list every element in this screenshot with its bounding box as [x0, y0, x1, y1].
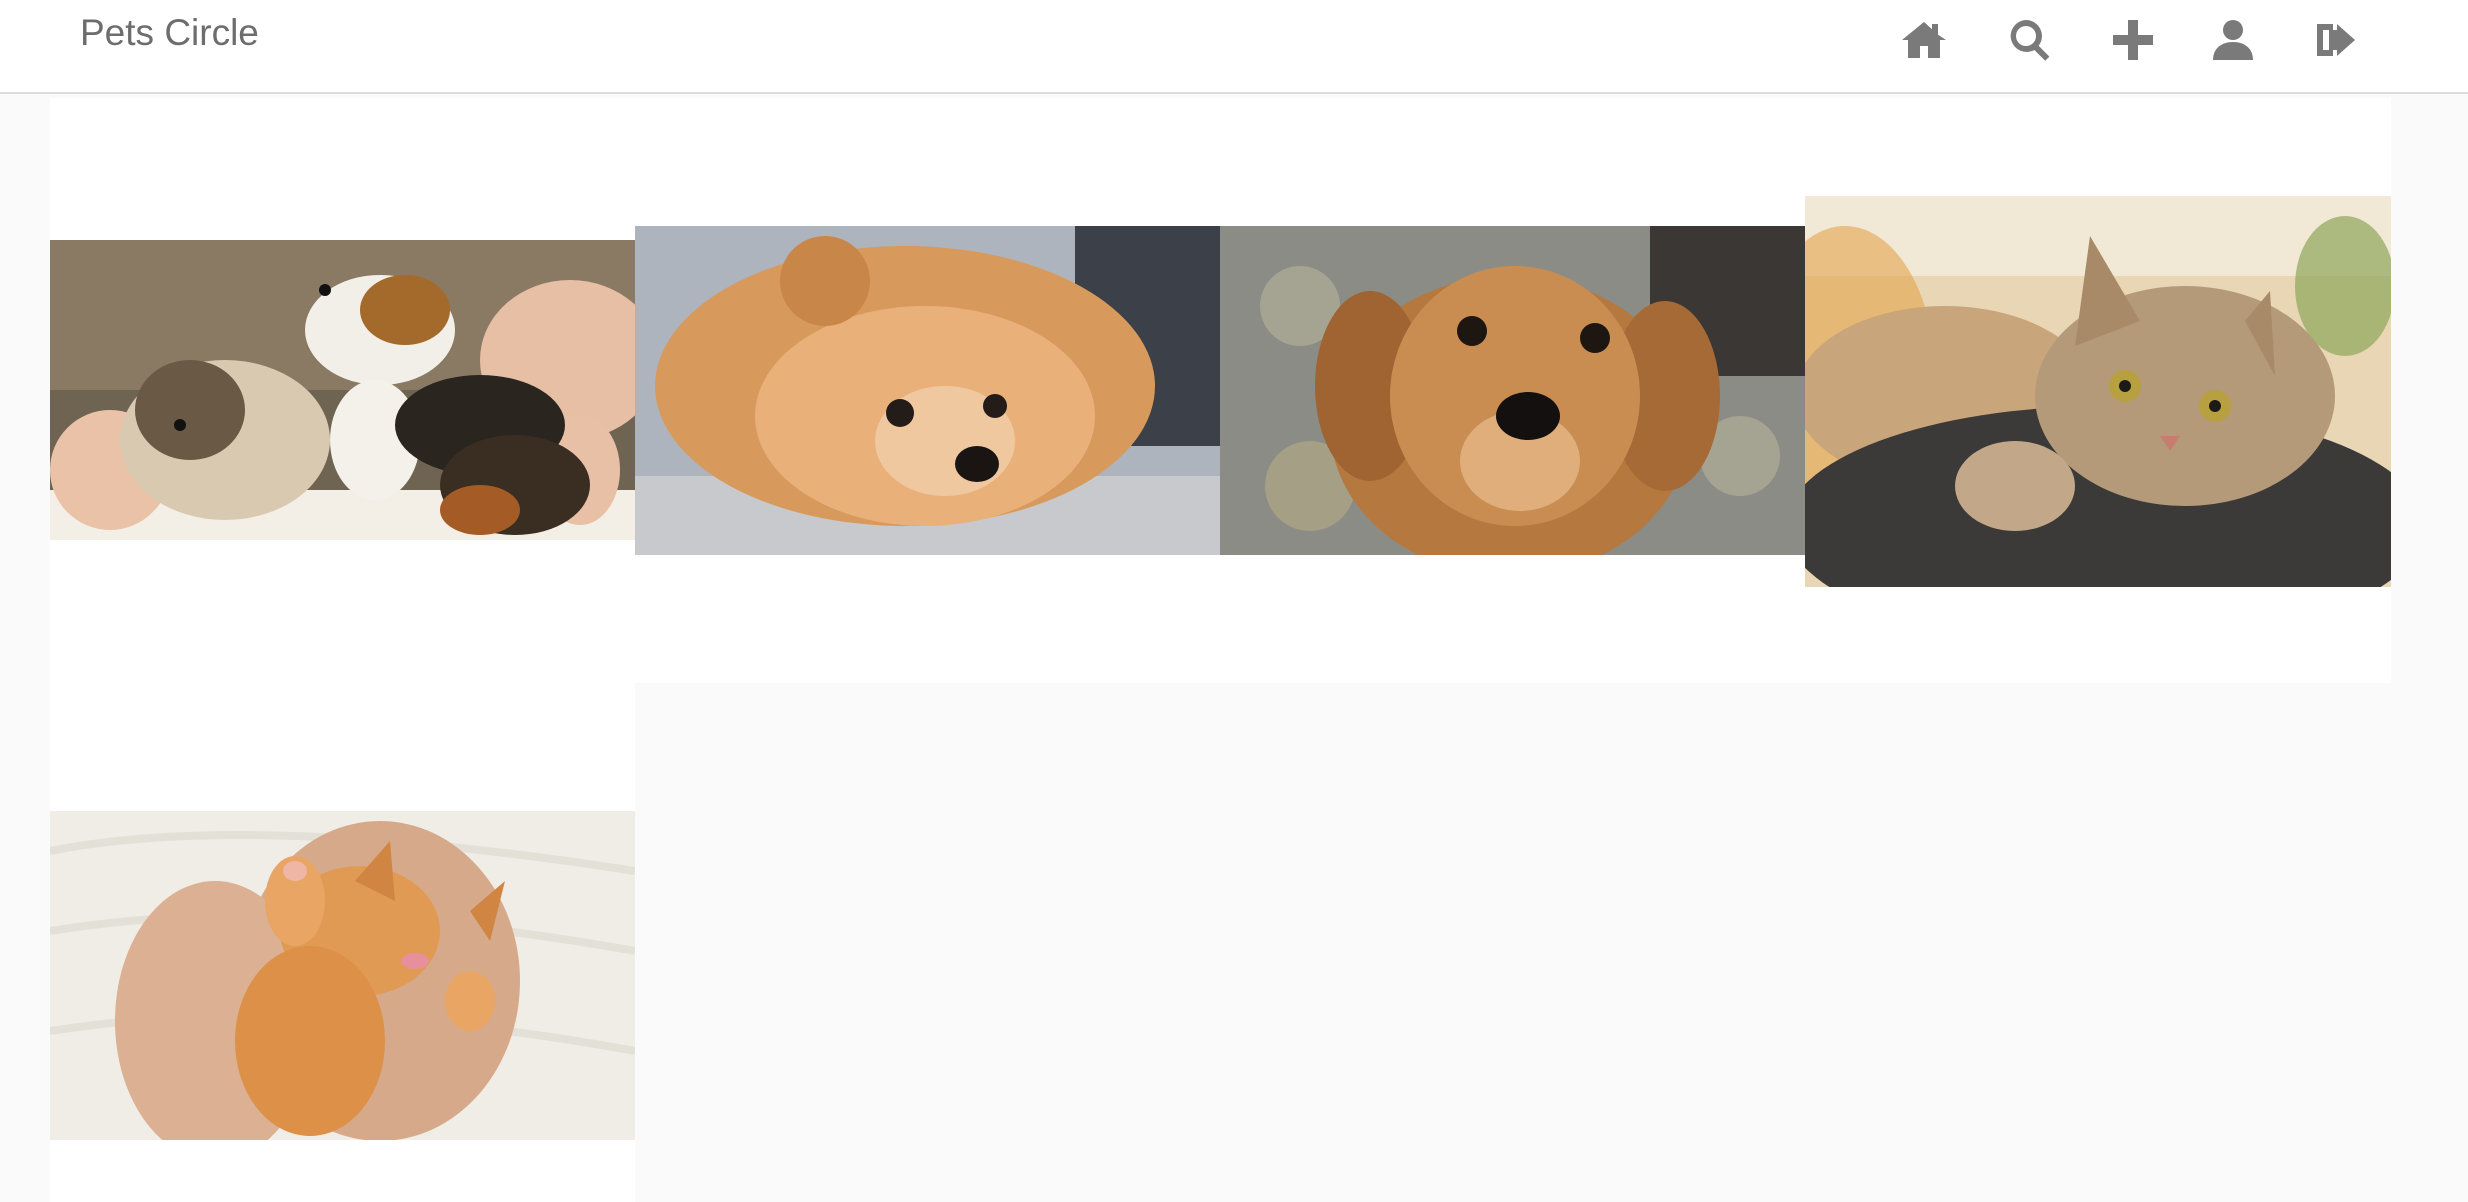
pet-photo-golden-puppy[interactable]	[1220, 226, 1805, 555]
user-icon[interactable]	[2205, 12, 2261, 68]
top-navbar: Pets Circle	[0, 0, 2468, 94]
home-icon[interactable]	[1896, 12, 1952, 68]
brand-logo-text[interactable]: Pets Circle	[80, 12, 259, 54]
pet-photo-tabby-cat[interactable]	[1805, 196, 2391, 587]
pet-photo-orange-kitten[interactable]	[50, 811, 635, 1140]
sign-out-icon[interactable]	[2307, 12, 2363, 68]
pet-photo-pomeranian[interactable]	[635, 226, 1220, 555]
search-icon[interactable]	[2002, 12, 2058, 68]
pet-photo-guinea-pigs[interactable]	[50, 240, 635, 540]
plus-icon[interactable]	[2105, 12, 2161, 68]
